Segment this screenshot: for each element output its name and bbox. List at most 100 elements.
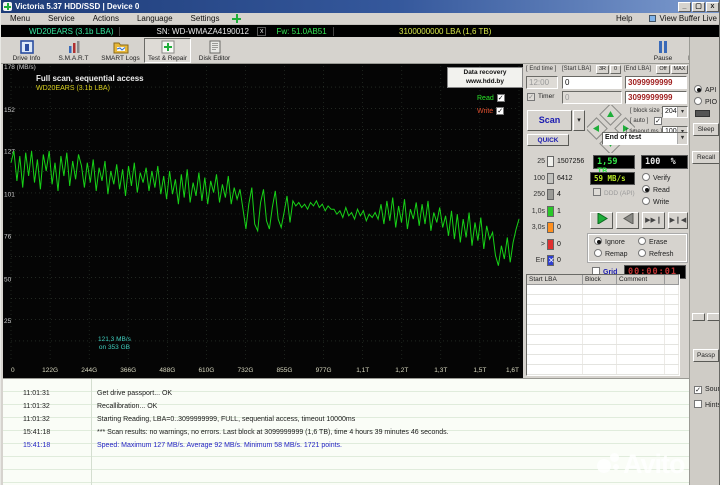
- menu-item-actions[interactable]: Actions: [84, 14, 128, 23]
- small-button-1[interactable]: [692, 313, 705, 321]
- scan-graph[interactable]: 0 122G 244G 366G 488G 610G 732G 855G 977G 1,1T 1,2…: [3, 64, 523, 378]
- scan-button[interactable]: Scan: [527, 110, 572, 131]
- device-x-button[interactable]: x: [256, 26, 267, 36]
- scan-dropdown-button[interactable]: ▾: [573, 110, 585, 131]
- device-model[interactable]: WD20EARS (3.1b LBA): [29, 27, 113, 36]
- end-of-test-dropdown[interactable]: End of test ▾: [602, 132, 688, 145]
- refresh-radio[interactable]: Refresh: [638, 249, 674, 258]
- end-time-input[interactable]: 12:00: [526, 76, 558, 89]
- log-row[interactable]: 15:41:18 *** Scan results: no warnings, n…: [3, 427, 689, 440]
- sound-checkbox[interactable]: ✓Sound: [694, 386, 719, 394]
- erase-radio[interactable]: Erase: [638, 237, 667, 246]
- svg-text:178 (MB/s): 178 (MB/s): [4, 64, 36, 71]
- block-stat-25: 25 1507256: [537, 156, 585, 167]
- svg-text:1,3T: 1,3T: [434, 367, 447, 374]
- drive-info-button[interactable]: Drive Info: [3, 38, 50, 63]
- pio-radio[interactable]: PIO: [694, 97, 717, 106]
- defect-table-row: [527, 295, 679, 305]
- block-stat-10s: 1,0s 1: [531, 205, 561, 217]
- s-m-a-r-t-button[interactable]: S.M.A.R.T: [50, 38, 97, 63]
- ignore-radio[interactable]: Ignore: [594, 237, 625, 246]
- start-lba-zero-button[interactable]: 0: [610, 65, 621, 74]
- defect-col-start-lba[interactable]: Start LBA: [527, 275, 583, 284]
- svg-text:610G: 610G: [198, 367, 214, 374]
- api-radio[interactable]: API: [694, 85, 716, 94]
- sleep-button[interactable]: Sleep: [693, 123, 719, 136]
- svg-text:76: 76: [4, 233, 12, 240]
- start-lba-label: [Start LBA]: [562, 66, 592, 72]
- block-swatch-icon: [547, 205, 554, 217]
- svg-text:1,1T: 1,1T: [356, 367, 369, 374]
- end-lba-input[interactable]: 3099999999: [625, 76, 687, 89]
- end-lba-off-button[interactable]: Off: [656, 65, 670, 74]
- log-message: *** Scan results: no warnings, no errors…: [97, 429, 449, 436]
- log-row[interactable]: 15:41:18 Speed: Maximum 127 MB/s. Average…: [3, 440, 689, 453]
- green-plus-icon: [232, 14, 242, 23]
- log-timestamp: 11:01:31: [23, 390, 50, 397]
- small-button-2[interactable]: [707, 313, 719, 321]
- defect-table-row: [527, 285, 679, 295]
- menu-item-service[interactable]: Service: [39, 14, 84, 23]
- log-panel[interactable]: 11:01:31 Get drive passport... OK 11:01:32…: [3, 378, 689, 485]
- skip-end-button[interactable]: ▶❙◀: [668, 212, 688, 229]
- block-stat-err: Err ✕ 0: [535, 255, 561, 266]
- remap-radio[interactable]: Remap: [594, 249, 628, 258]
- recall-button[interactable]: Recall: [692, 151, 719, 164]
- checkbox-icon: ✓: [496, 107, 505, 115]
- menu-item-help[interactable]: Help: [607, 14, 641, 23]
- timer-start-input[interactable]: 0: [562, 91, 622, 104]
- quick-button[interactable]: QUICK: [527, 134, 569, 146]
- defect-col-extra[interactable]: [665, 275, 679, 284]
- smart-logs-button[interactable]: SMART Logs: [97, 38, 144, 63]
- write-radio[interactable]: Write: [642, 197, 669, 206]
- skip-forward-button[interactable]: ▶▶❙: [642, 212, 665, 229]
- view-buffer-live[interactable]: View Buffer Live: [649, 14, 717, 23]
- close-button[interactable]: x: [706, 1, 719, 12]
- minimize-button[interactable]: _: [678, 1, 691, 12]
- defect-table-row: [527, 365, 679, 375]
- log-row[interactable]: 11:01:32 Recallibration... OK: [3, 401, 689, 414]
- menu-item-settings[interactable]: Settings: [182, 14, 229, 23]
- svg-text:855G: 855G: [277, 367, 293, 374]
- right-sidebar: API PIO Sleep Recall Passp ✓Sound Hints: [689, 37, 719, 485]
- auto-checkbox[interactable]: ✓: [654, 117, 662, 125]
- back-button[interactable]: [616, 212, 639, 229]
- timer-checkbox[interactable]: ✓ Timer: [527, 93, 554, 101]
- start-lba-3r-button[interactable]: 3R: [596, 65, 609, 74]
- log-timestamp: 11:01:32: [23, 416, 50, 423]
- defect-table[interactable]: Start LBA Block Comment: [526, 274, 680, 376]
- auto-label: [ auto ]: [630, 118, 649, 124]
- pause-button[interactable]: Pause: [645, 38, 681, 63]
- position-lcd: 1,59 TB: [593, 155, 635, 177]
- cursor-annotation: 121,3 MB/s on 353 GB: [98, 336, 131, 351]
- block-size-dropdown[interactable]: 2048 ▾: [662, 106, 688, 118]
- timer-end-input[interactable]: 3099999999: [625, 91, 687, 104]
- end-lba-max-button[interactable]: MAX: [671, 65, 688, 74]
- block-swatch-icon: [547, 238, 554, 250]
- svg-text:1,2T: 1,2T: [395, 367, 408, 374]
- log-row[interactable]: 11:01:32 Starting Reading, LBA=0..3099999…: [3, 414, 689, 427]
- smart-icon: [68, 41, 79, 53]
- disk-editor-button[interactable]: Disk Editor: [191, 38, 238, 63]
- defect-col-comment[interactable]: Comment: [617, 275, 665, 284]
- maximize-button[interactable]: ▢: [692, 1, 705, 12]
- start-button[interactable]: [590, 212, 613, 229]
- menu-item-language[interactable]: Language: [128, 14, 182, 23]
- victoria-window: Victoria 5.37 HDD/SSD | Device 0 _ ▢ x M…: [0, 0, 720, 485]
- read-radio[interactable]: Read: [642, 185, 670, 194]
- passp-button[interactable]: Passp: [693, 349, 719, 362]
- test-repair-button[interactable]: Test & Repair: [144, 38, 191, 63]
- svg-text:25: 25: [4, 318, 12, 325]
- device-serial: SN: WD-WMAZA4190012: [156, 26, 249, 36]
- defect-col-block[interactable]: Block: [583, 275, 617, 284]
- log-message: Starting Reading, LBA=0..3099999999, FUL…: [97, 416, 356, 423]
- svg-text:122G: 122G: [42, 367, 58, 374]
- legend-write-checkbox[interactable]: Write ✓: [477, 107, 505, 115]
- verify-radio[interactable]: Verify: [642, 173, 671, 182]
- start-lba-input[interactable]: 0: [562, 76, 622, 89]
- ddd-checkbox[interactable]: DDD (API): [593, 188, 635, 197]
- log-row[interactable]: 11:01:31 Get drive passport... OK: [3, 388, 689, 401]
- legend-read-checkbox[interactable]: Read ✓: [477, 94, 505, 102]
- hints-checkbox[interactable]: Hints: [694, 400, 719, 409]
- menu-item-menu[interactable]: Menu: [1, 14, 39, 23]
